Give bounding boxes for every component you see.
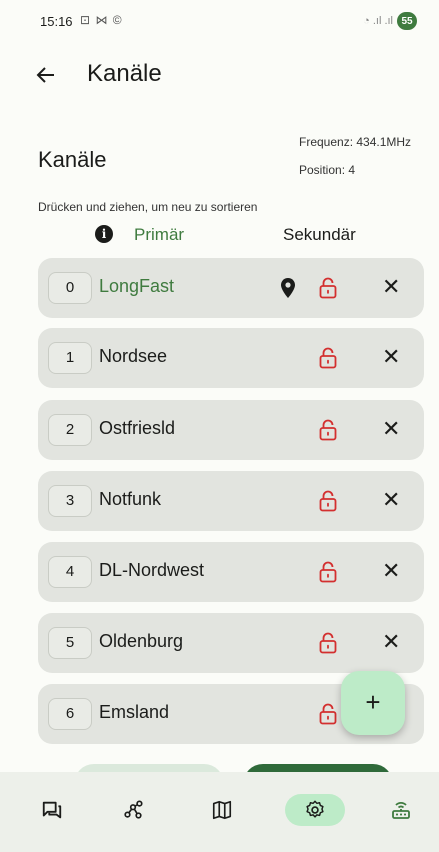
unlocked-icon[interactable]: [319, 490, 337, 512]
nav-settings[interactable]: [285, 794, 345, 826]
delete-channel-button[interactable]: ✕: [382, 628, 400, 656]
unlocked-icon[interactable]: [319, 419, 337, 441]
add-channel-button[interactable]: +: [341, 671, 405, 735]
delete-channel-button[interactable]: ✕: [382, 343, 400, 371]
delete-channel-button[interactable]: ✕: [382, 557, 400, 585]
channel-index: 6: [48, 698, 92, 730]
section-title: Kanäle: [38, 147, 107, 172]
status-bar: 15:16 ⊡ ⋈ © ◔ .ıl .ıl 55: [0, 0, 439, 44]
channel-row[interactable]: 0 LongFast ✕: [38, 258, 424, 318]
unlocked-icon[interactable]: [319, 277, 337, 299]
channel-row[interactable]: 3 Notfunk ✕: [38, 471, 424, 531]
unlocked-icon[interactable]: [319, 347, 337, 369]
app-bar: Kanäle: [0, 56, 439, 96]
channel-index: 3: [48, 485, 92, 517]
position-label: Position: 4: [299, 163, 356, 177]
channel-index: 2: [48, 414, 92, 446]
channel-row[interactable]: 5 Oldenburg ✕: [38, 613, 424, 673]
unlocked-icon[interactable]: [319, 561, 337, 583]
arrow-left-icon: [36, 67, 54, 83]
nav-nodes[interactable]: [115, 794, 151, 826]
channel-index: 4: [48, 556, 92, 588]
channel-index: 0: [48, 272, 92, 304]
channel-name: Oldenburg: [99, 631, 184, 651]
nodes-icon: [124, 800, 143, 819]
nav-device[interactable]: [383, 794, 419, 826]
settings-icon: [306, 800, 324, 818]
channel-index: 1: [48, 342, 92, 374]
map-icon: [212, 800, 232, 820]
delete-channel-button[interactable]: ✕: [382, 273, 400, 301]
location-pin-icon: [281, 278, 295, 298]
notification-icons: ⊡ ⋈ ©: [80, 13, 123, 27]
status-icons-right: ◔ .ıl .ıl 55: [363, 12, 417, 30]
status-time: 15:16: [40, 14, 73, 29]
unlocked-icon[interactable]: [319, 632, 337, 654]
channel-name: Emsland: [99, 702, 170, 722]
delete-channel-button[interactable]: ✕: [382, 486, 400, 514]
tab-secondary[interactable]: Sekundär: [283, 225, 356, 245]
signal-icons: ◔ .ıl .ıl: [363, 15, 393, 27]
info-icon[interactable]: i: [95, 225, 113, 243]
frequency-label: Frequenz: 434.1MHz: [299, 135, 412, 149]
channel-name: Notfunk: [99, 489, 162, 509]
channel-index: 5: [48, 627, 92, 659]
reorder-hint: Drücken und ziehen, um neu zu sortieren: [38, 200, 258, 214]
unlocked-icon[interactable]: [319, 703, 337, 725]
nav-map[interactable]: [204, 794, 240, 826]
tab-primary[interactable]: Primär: [134, 225, 184, 245]
channel-name: LongFast: [99, 276, 175, 296]
channel-row[interactable]: 2 Ostfriesld ✕: [38, 400, 424, 460]
channel-name: Ostfriesld: [99, 418, 176, 438]
channel-name: Nordsee: [99, 346, 168, 366]
device-icon: [392, 802, 410, 819]
nav-messages[interactable]: [34, 794, 70, 826]
channel-name: DL-Nordwest: [99, 560, 205, 580]
channel-row[interactable]: 4 DL-Nordwest ✕: [38, 542, 424, 602]
channel-row[interactable]: 1 Nordsee ✕: [38, 328, 424, 388]
delete-channel-button[interactable]: ✕: [382, 415, 400, 443]
battery-badge: 55: [397, 12, 417, 30]
messages-icon: [42, 801, 62, 819]
page-title: Kanäle: [87, 60, 162, 87]
back-button[interactable]: [34, 60, 64, 90]
bottom-nav: [0, 772, 439, 852]
